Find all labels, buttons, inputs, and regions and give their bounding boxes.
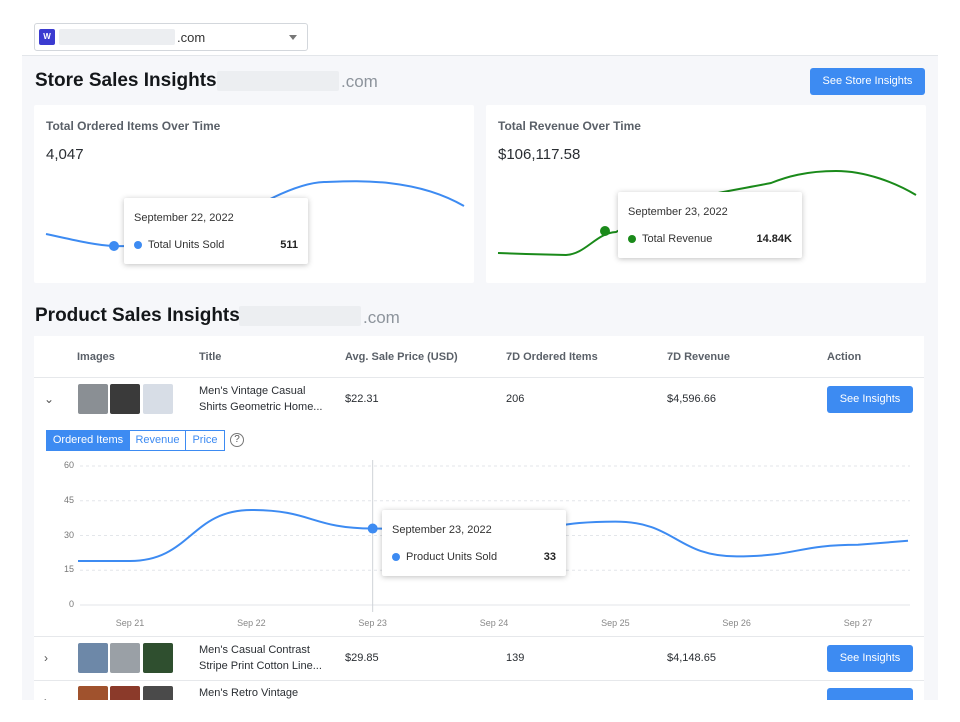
y-tick-label: 30 [63, 529, 74, 540]
redacted-domain [59, 29, 175, 45]
x-tick-label: Sep 23 [358, 618, 387, 628]
chevron-right-icon[interactable]: › [44, 651, 48, 665]
site-logo-icon: W [39, 29, 55, 45]
y-tick-label: 0 [68, 599, 74, 609]
x-tick-label: Sep 24 [479, 618, 509, 628]
product-thumbnail [78, 686, 108, 700]
product-line-chart [78, 460, 910, 612]
legend-dot-icon [134, 241, 142, 249]
see-insights-button[interactable] [827, 688, 913, 700]
legend-dot-icon [392, 553, 400, 561]
see-store-insights-button[interactable]: See Store Insights [810, 68, 925, 95]
tooltip-date: September 22, 2022 [134, 212, 234, 224]
product-title-line1: Men's Retro Vintage [199, 687, 299, 699]
product-thumbnail [110, 643, 140, 673]
product-thumbnail [143, 686, 173, 700]
revenue-card: Total Revenue Over Time $106,117.58 Sept… [486, 105, 926, 283]
store-section-title: Store Sales Insights: [35, 70, 223, 91]
product-thumbnail [110, 686, 140, 700]
items-highlight-point [109, 241, 119, 251]
redacted-domain [217, 71, 339, 91]
product-thumbnail [78, 643, 108, 673]
app-frame: W .com Store Sales Insights: .com See St… [22, 0, 938, 700]
items-tooltip: September 22, 2022 Total Units Sold 511 [124, 198, 308, 264]
items-card: Total Ordered Items Over Time 4,047 Sept… [34, 105, 474, 283]
product-section-title: Product Sales Insights: [35, 305, 247, 326]
revenue-highlight-point [600, 226, 610, 236]
avg-price: $29.85 [345, 652, 379, 664]
revenue: $4,148.65 [667, 652, 716, 664]
legend-dot-icon [628, 235, 636, 243]
redacted-domain [239, 306, 361, 326]
product-highlight-point [367, 523, 378, 534]
site-selector[interactable]: W .com [34, 23, 308, 51]
chevron-right-icon[interactable]: › [44, 694, 48, 700]
product-table: Images Title Avg. Sale Price (USD) 7D Or… [34, 336, 924, 700]
site-tld: .com [177, 30, 206, 45]
tooltip-value: 14.84K [756, 233, 792, 245]
x-tick-label: Sep 25 [601, 618, 630, 628]
chevron-down-icon [289, 35, 297, 40]
tooltip-label: Total Units Sold [148, 239, 225, 251]
x-tick-label: Sep 26 [722, 618, 751, 628]
divider [34, 636, 924, 637]
tooltip-value: 33 [543, 551, 556, 563]
product-thumbnail [143, 643, 173, 673]
product-section-tld: .com [363, 308, 400, 327]
ordered-items: 139 [506, 652, 525, 664]
y-tick-label: 60 [63, 460, 74, 470]
x-tick-label: Sep 27 [843, 618, 873, 628]
product-title-line1: Men's Casual Contrast [199, 644, 310, 656]
top-bar: W .com [22, 0, 938, 56]
x-tick-label: Sep 21 [115, 618, 145, 628]
tooltip-value: 511 [280, 239, 298, 251]
store-section-tld: .com [341, 72, 378, 91]
tooltip-date: September 23, 2022 [628, 206, 728, 218]
product-title-line2: Stripe Print Cotton Line... [199, 660, 322, 672]
revenue-tooltip: September 23, 2022 Total Revenue 14.84K [618, 192, 802, 258]
tooltip-label: Product Units Sold [406, 551, 498, 563]
tooltip-date: September 23, 2022 [392, 524, 492, 536]
product-tooltip: September 23, 2022 Product Units Sold 33 [382, 510, 566, 576]
see-insights-button[interactable]: See Insights [827, 645, 913, 672]
y-tick-label: 15 [63, 564, 74, 575]
y-tick-label: 45 [63, 494, 74, 505]
divider [34, 680, 924, 681]
x-tick-label: Sep 22 [237, 618, 266, 628]
tooltip-label: Total Revenue [642, 233, 713, 245]
